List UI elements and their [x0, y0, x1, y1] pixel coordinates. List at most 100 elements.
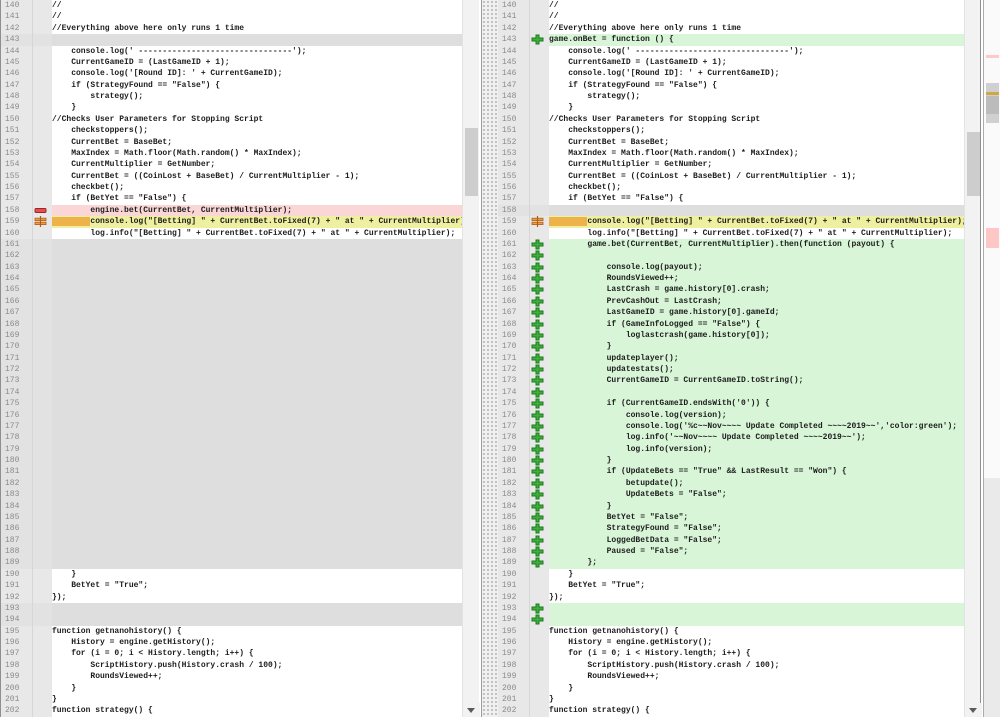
diff-icon-margin[interactable] — [530, 603, 549, 614]
right-code-line-172[interactable]: 172 updatestats(); — [498, 364, 964, 375]
right-code-line-174[interactable]: 174 — [498, 387, 964, 398]
diff-icon-margin[interactable] — [530, 239, 549, 250]
diff-icon-margin[interactable] — [530, 592, 549, 603]
diff-icon-margin[interactable] — [530, 705, 549, 716]
left-code-line-141[interactable]: 141// — [1, 11, 462, 22]
left-code-line-170[interactable]: 170 — [1, 341, 462, 352]
diff-icon-margin[interactable] — [530, 648, 549, 659]
diff-icon-margin[interactable] — [33, 455, 52, 466]
left-code-line-148[interactable]: 148 strategy(); — [1, 91, 462, 102]
right-code-line-143[interactable]: 143game.onBet = function () { — [498, 34, 964, 45]
right-code-line-169[interactable]: 169 loglastcrash(game.history[0]); — [498, 330, 964, 341]
right-code-line-148[interactable]: 148 strategy(); — [498, 91, 964, 102]
left-code-line-174[interactable]: 174 — [1, 387, 462, 398]
left-code-line-162[interactable]: 162 — [1, 250, 462, 261]
left-code-line-160[interactable]: 160 log.info("[Betting] " + CurrentBet.t… — [1, 228, 462, 239]
diff-icon-margin[interactable] — [530, 444, 549, 455]
left-code-line-178[interactable]: 178 — [1, 432, 462, 443]
right-code-line-200[interactable]: 200 } — [498, 683, 964, 694]
diff-icon-margin[interactable] — [33, 569, 52, 580]
left-code-line-185[interactable]: 185 — [1, 512, 462, 523]
diff-icon-margin[interactable] — [33, 489, 52, 500]
left-code-line-202[interactable]: 202function strategy() { — [1, 705, 462, 716]
right-code-line-177[interactable]: 177 console.log('%c~~Nov~~~~ Update Comp… — [498, 421, 964, 432]
diff-icon-margin[interactable] — [530, 171, 549, 182]
left-scroll-down-button[interactable] — [463, 703, 480, 717]
left-code-line-198[interactable]: 198 ScriptHistory.push(History.crash / 1… — [1, 660, 462, 671]
right-code-line-201[interactable]: 201} — [498, 694, 964, 705]
right-code-line-162[interactable]: 162 — [498, 250, 964, 261]
left-code-line-146[interactable]: 146 console.log('[Round ID]: ' + Current… — [1, 68, 462, 79]
diff-icon-margin[interactable] — [33, 11, 52, 22]
diff-icon-margin[interactable] — [33, 694, 52, 705]
diff-icon-margin[interactable] — [530, 375, 549, 386]
right-code-line-152[interactable]: 152 CurrentBet = BaseBet; — [498, 137, 964, 148]
diff-icon-margin[interactable] — [33, 80, 52, 91]
right-code-line-156[interactable]: 156 checkbet(); — [498, 182, 964, 193]
left-code-line-196[interactable]: 196 History = engine.getHistory(); — [1, 637, 462, 648]
diff-icon-margin[interactable] — [530, 125, 549, 136]
right-code-line-175[interactable]: 175 if (CurrentGameID.endsWith('0')) { — [498, 398, 964, 409]
right-code-line-164[interactable]: 164 RoundsViewed++; — [498, 273, 964, 284]
left-code-line-179[interactable]: 179 — [1, 444, 462, 455]
diff-icon-margin[interactable] — [33, 46, 52, 57]
diff-icon-margin[interactable] — [33, 137, 52, 148]
left-code-line-180[interactable]: 180 — [1, 455, 462, 466]
diff-icon-margin[interactable] — [530, 11, 549, 22]
diff-icon-margin[interactable] — [33, 432, 52, 443]
left-code-line-199[interactable]: 199 RoundsViewed++; — [1, 671, 462, 682]
left-code-line-142[interactable]: 142//Everything above here only runs 1 t… — [1, 23, 462, 34]
diff-icon-margin[interactable] — [33, 171, 52, 182]
left-code-line-197[interactable]: 197 for (i = 0; i < History.length; i++)… — [1, 648, 462, 659]
diff-icon-margin[interactable] — [530, 193, 549, 204]
diff-icon-margin[interactable] — [530, 250, 549, 261]
right-code-line-149[interactable]: 149 } — [498, 102, 964, 113]
diff-icon-margin[interactable] — [33, 466, 52, 477]
right-code-line-168[interactable]: 168 if (GameInfoLogged == "False") { — [498, 319, 964, 330]
right-code-line-181[interactable]: 181 if (UpdateBets == "True" && LastResu… — [498, 466, 964, 477]
left-vertical-scrollbar[interactable] — [462, 0, 479, 717]
right-code-line-154[interactable]: 154 CurrentMultiplier = GetNumber; — [498, 159, 964, 170]
left-code-line-181[interactable]: 181 — [1, 466, 462, 477]
right-scroll-down-button[interactable] — [965, 703, 982, 717]
diff-icon-margin[interactable] — [33, 398, 52, 409]
diff-icon-margin[interactable] — [33, 102, 52, 113]
left-code-line-166[interactable]: 166 — [1, 296, 462, 307]
right-code-line-188[interactable]: 188 Paused = "False"; — [498, 546, 964, 557]
right-code-line-171[interactable]: 171 updateplayer(); — [498, 353, 964, 364]
left-code-line-156[interactable]: 156 checkbet(); — [1, 182, 462, 193]
right-code-line-163[interactable]: 163 console.log(payout); — [498, 262, 964, 273]
left-code-line-164[interactable]: 164 — [1, 273, 462, 284]
diff-icon-margin[interactable] — [33, 307, 52, 318]
right-code-line-170[interactable]: 170 } — [498, 341, 964, 352]
left-code-line-167[interactable]: 167 — [1, 307, 462, 318]
diff-icon-margin[interactable] — [530, 114, 549, 125]
diff-icon-margin[interactable] — [530, 478, 549, 489]
diff-icon-margin[interactable] — [33, 364, 52, 375]
left-code-line-176[interactable]: 176 — [1, 410, 462, 421]
diff-icon-margin[interactable] — [530, 626, 549, 637]
diff-icon-margin[interactable] — [530, 353, 549, 364]
diff-icon-margin[interactable] — [33, 512, 52, 523]
diff-icon-margin[interactable] — [33, 159, 52, 170]
diff-icon-margin[interactable] — [33, 262, 52, 273]
nav-changed-mark[interactable] — [986, 55, 999, 58]
left-code-line-155[interactable]: 155 CurrentBet = ((CoinLost + BaseBet) /… — [1, 171, 462, 182]
diff-icon-margin[interactable] — [33, 614, 52, 625]
diff-icon-margin[interactable] — [33, 330, 52, 341]
left-code-line-183[interactable]: 183 — [1, 489, 462, 500]
diff-icon-margin[interactable] — [530, 523, 549, 534]
right-vertical-scrollbar[interactable] — [964, 0, 981, 717]
left-scrollbar-thumb[interactable] — [465, 128, 478, 196]
nav-removed-mark[interactable] — [986, 228, 999, 248]
diff-icon-margin[interactable] — [530, 569, 549, 580]
diff-icon-margin[interactable] — [33, 284, 52, 295]
diff-icon-margin[interactable] — [530, 455, 549, 466]
left-code-line-168[interactable]: 168 — [1, 319, 462, 330]
diff-icon-margin[interactable] — [530, 273, 549, 284]
diff-icon-margin[interactable] — [33, 478, 52, 489]
left-code-line-157[interactable]: 157 if (BetYet == "False") { — [1, 193, 462, 204]
right-code-line-193[interactable]: 193 — [498, 603, 964, 614]
right-code-line-186[interactable]: 186 StrategyFound = "False"; — [498, 523, 964, 534]
diff-icon-margin[interactable] — [530, 580, 549, 591]
